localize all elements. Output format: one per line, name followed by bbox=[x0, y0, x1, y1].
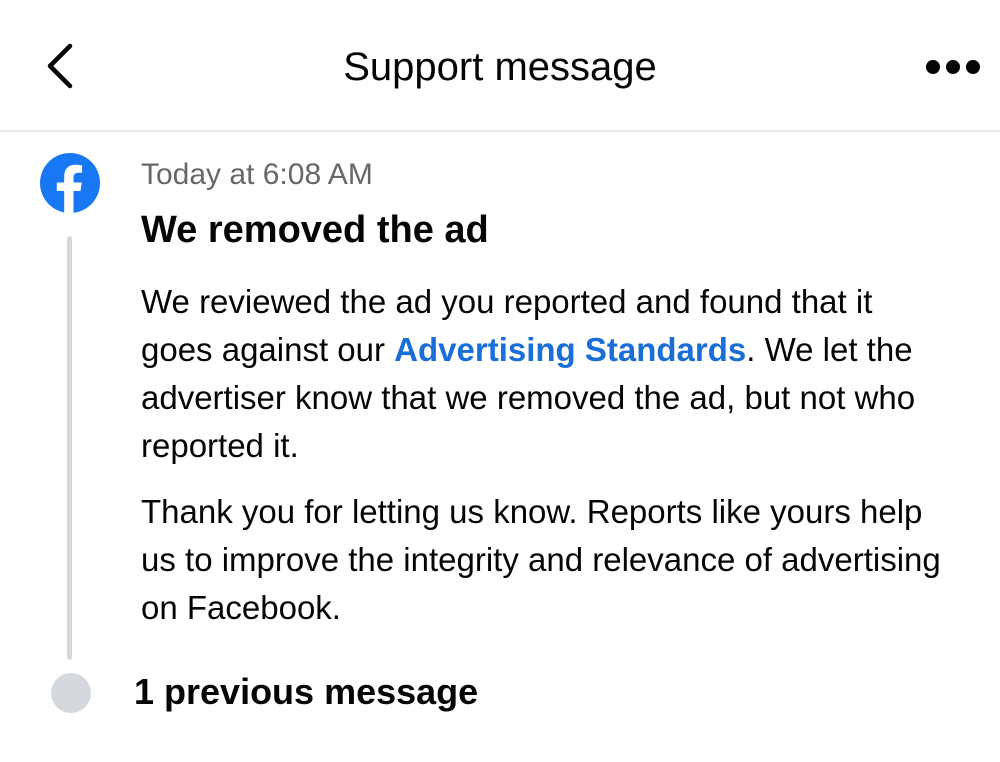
previous-message-dot-icon bbox=[51, 673, 91, 713]
more-options-button[interactable] bbox=[920, 50, 986, 84]
message-paragraph-2: Thank you for letting us know. Reports l… bbox=[141, 493, 941, 626]
timeline-connector bbox=[67, 236, 72, 660]
page-title: Support message bbox=[343, 45, 657, 89]
message-timestamp: Today at 6:08 AM bbox=[141, 158, 373, 191]
message-title: We removed the ad bbox=[141, 209, 489, 251]
facebook-logo-icon bbox=[40, 153, 100, 213]
more-dots-icon bbox=[926, 60, 980, 74]
message-body: We reviewed the ad you reported and foun… bbox=[141, 278, 951, 632]
previous-message-button[interactable]: 1 previous message bbox=[134, 671, 478, 713]
message-paragraph-1: We reviewed the ad you reported and foun… bbox=[141, 278, 951, 470]
advertising-standards-link[interactable]: Advertising Standards bbox=[394, 331, 746, 368]
header-bar: Support message bbox=[0, 0, 1000, 132]
